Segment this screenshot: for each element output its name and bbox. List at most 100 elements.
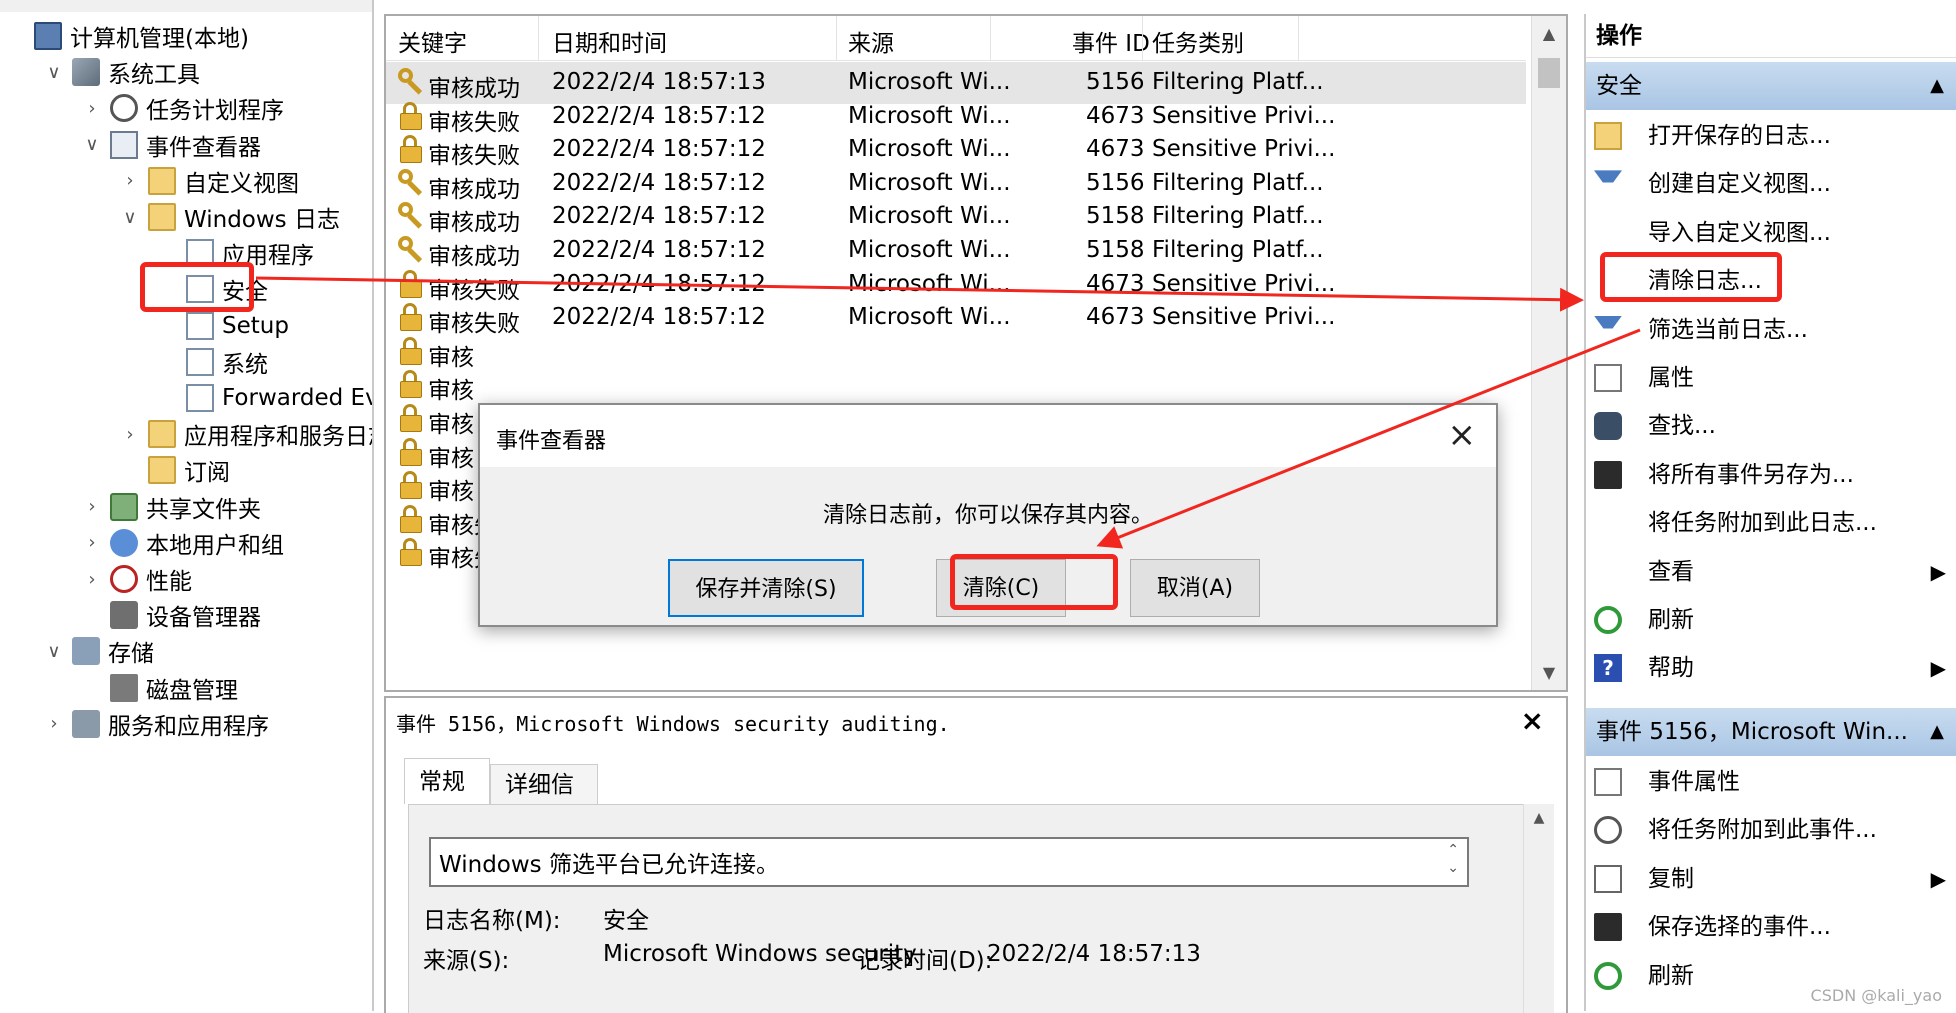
event-id: 4673 — [1086, 270, 1145, 297]
tree-node[interactable]: 设备管理器 — [82, 597, 261, 633]
scroll-up-icon[interactable]: ▲ — [1532, 24, 1566, 43]
tab-details[interactable]: 详细信息 — [490, 764, 598, 838]
column-task-category[interactable]: 任务类别 — [1152, 24, 1244, 58]
chevron-right-icon[interactable]: › — [82, 496, 102, 517]
tree-node[interactable]: › 应用程序和服务日志 — [120, 416, 372, 452]
chevron-right-icon[interactable]: › — [44, 713, 64, 734]
chevron-down-icon[interactable]: ∨ — [120, 207, 140, 228]
action-item[interactable]: 保存选择的事件... — [1586, 903, 1956, 951]
detail-scrollbar[interactable]: ▲ — [1523, 804, 1554, 1013]
services-icon — [72, 709, 100, 738]
event-list-scrollbar[interactable]: ▲ ▼ — [1531, 16, 1566, 690]
tree-node[interactable]: › 自定义视图 — [120, 163, 299, 199]
event-source: Microsoft Wi... — [848, 69, 1011, 95]
chevron-right-icon[interactable]: › — [82, 98, 102, 119]
description-spinner-icon[interactable]: ⌃ ⌄ — [1447, 841, 1459, 877]
event-source: Microsoft Wi... — [848, 136, 1011, 163]
tree-node[interactable]: 系统 — [158, 344, 268, 380]
key-icon — [398, 68, 426, 96]
watermark: CSDN @kali_yao — [1810, 986, 1942, 1005]
chevron-down-icon[interactable]: ∨ — [82, 134, 102, 155]
action-item-label: 将所有事件另存为... — [1648, 461, 1854, 488]
actions-section-security-label: 安全 — [1596, 73, 1642, 99]
tree-node[interactable]: 计算机管理(本地) — [6, 18, 249, 54]
properties-icon — [1594, 768, 1622, 796]
tree-node[interactable]: 磁盘管理 — [82, 670, 238, 706]
tree-node[interactable]: 订阅 — [120, 452, 230, 488]
action-item[interactable]: 事件属性 — [1586, 758, 1956, 806]
event-id: 5156 — [1086, 69, 1145, 95]
collapse-icon[interactable]: ▲ — [1930, 708, 1944, 756]
save-and-clear-button[interactable]: 保存并清除(S) — [668, 559, 864, 617]
column-datetime[interactable]: 日期和时间 — [552, 24, 667, 58]
action-item-label: 事件属性 — [1648, 769, 1740, 795]
copy-icon — [1594, 864, 1622, 893]
share-icon — [110, 492, 138, 521]
action-item[interactable]: ? 帮助 ▶ — [1586, 644, 1956, 692]
action-item[interactable]: 将任务附加到此事件... — [1586, 806, 1956, 854]
general-panel: Windows 筛选平台已允许连接。 ⌃ ⌄ 日志名称(M): 安全 来源(S):… — [408, 804, 1524, 1013]
tree-node[interactable]: › 共享文件夹 — [82, 489, 261, 525]
event-id: 5158 — [1086, 237, 1145, 263]
event-source: Microsoft Wi... — [848, 270, 1011, 297]
dialog-close-icon[interactable]: × — [1448, 415, 1477, 455]
tree-node[interactable]: › 性能 — [82, 561, 192, 597]
column-event-id[interactable]: 事件 ID — [1072, 24, 1150, 58]
tree-node[interactable]: › 本地用户和组 — [82, 525, 284, 561]
chevron-right-icon[interactable]: › — [82, 569, 102, 590]
action-item[interactable]: 将任务附加到此日志... — [1586, 499, 1956, 547]
event-list-header: 关键字 日期和时间 来源 事件 ID 任务类别 — [386, 16, 1526, 61]
action-item[interactable]: 刷新 — [1586, 596, 1956, 644]
event-datetime: 2022/2/4 18:57:12 — [552, 237, 766, 263]
highlight-clear-log-action — [1600, 252, 1782, 302]
action-item[interactable]: 筛选当前日志... — [1586, 306, 1956, 354]
column-keyword[interactable]: 关键字 — [398, 24, 467, 58]
open-folder-icon — [1594, 122, 1622, 150]
lock-icon — [400, 101, 422, 130]
action-item[interactable]: 打开保存的日志... — [1586, 112, 1956, 160]
chevron-down-icon[interactable]: ∨ — [44, 62, 64, 83]
tree-node[interactable]: ∨ 系统工具 — [44, 54, 200, 90]
dialog-title: 事件查看器 — [496, 429, 607, 454]
tree-node[interactable]: ∨ 事件查看器 — [82, 127, 261, 163]
action-item[interactable]: 查看 ▶ — [1586, 548, 1956, 596]
tree-node[interactable]: ∨ Windows 日志 — [120, 199, 340, 235]
action-item[interactable]: 属性 — [1586, 354, 1956, 402]
event-id: 4673 — [1086, 136, 1145, 163]
action-item[interactable]: 导入自定义视图... — [1586, 209, 1956, 257]
chevron-right-icon[interactable]: › — [82, 532, 102, 553]
action-item[interactable]: 将所有事件另存为... — [1586, 451, 1956, 499]
tree-node-label: 事件查看器 — [146, 134, 261, 161]
scrollbar-thumb[interactable] — [1538, 58, 1560, 88]
event-category: Filtering Platf... — [1152, 237, 1324, 263]
dialog-title-bar: 事件查看器 × — [480, 405, 1496, 467]
actions-section-event[interactable]: 事件 5156，Microsoft Win... ▲ — [1586, 708, 1956, 756]
tree-node[interactable]: ∨ 存储 — [44, 633, 154, 669]
chevron-right-icon[interactable]: › — [120, 170, 140, 191]
column-source[interactable]: 来源 — [848, 24, 894, 58]
tree-node-label: 自定义视图 — [184, 170, 299, 197]
close-detail-icon[interactable]: × — [1521, 704, 1544, 737]
event-datetime: 2022/2/4 18:57:12 — [552, 169, 766, 196]
action-item[interactable]: 复制 ▶ — [1586, 855, 1956, 903]
chevron-right-icon[interactable]: › — [120, 424, 140, 445]
event-source: Microsoft Wi... — [848, 237, 1011, 263]
actions-section-security[interactable]: 安全 ▲ — [1586, 62, 1956, 110]
detail-scroll-up-icon[interactable]: ▲ — [1524, 810, 1554, 826]
lock-icon — [400, 471, 422, 500]
tree-node[interactable]: Forwarded Even — [158, 380, 372, 416]
tree-node[interactable]: Setup — [158, 308, 289, 344]
folder-icon — [148, 203, 176, 231]
filter-icon — [1594, 170, 1622, 199]
action-item[interactable]: 创建自定义视图... — [1586, 160, 1956, 208]
action-item[interactable]: 查找... — [1586, 402, 1956, 450]
tree-node-label: 订阅 — [184, 460, 230, 487]
chevron-down-icon[interactable]: ∨ — [44, 641, 64, 662]
tree-node[interactable]: › 服务和应用程序 — [44, 706, 269, 742]
tree-node[interactable]: › 任务计划程序 — [82, 90, 284, 126]
tab-general[interactable]: 常规 — [404, 758, 490, 804]
event-description-field[interactable]: Windows 筛选平台已允许连接。 ⌃ ⌄ — [429, 837, 1469, 887]
cancel-button[interactable]: 取消(A) — [1130, 559, 1260, 617]
scroll-down-icon[interactable]: ▼ — [1532, 663, 1566, 682]
collapse-icon[interactable]: ▲ — [1930, 62, 1944, 110]
